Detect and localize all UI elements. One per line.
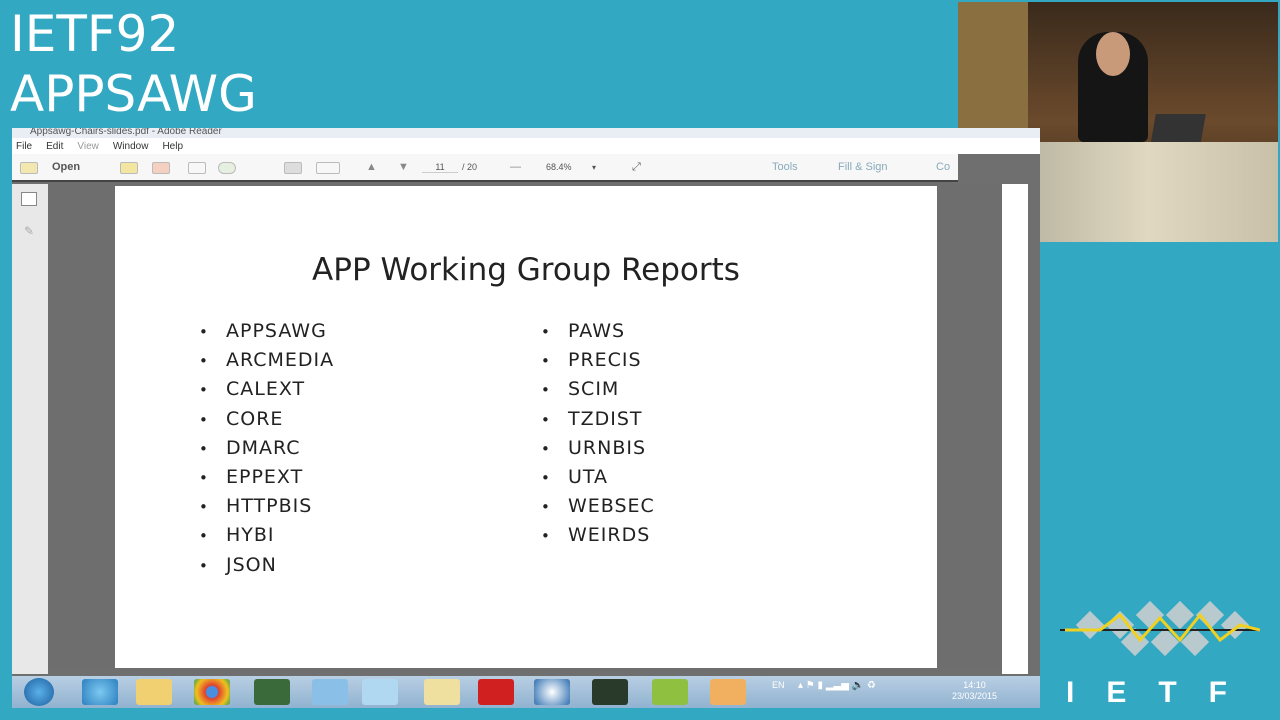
folder-icon[interactable] xyxy=(20,162,38,174)
right-list: PAWS PRECIS SCIM TZDIST URNBIS UTA WEBSE… xyxy=(541,320,655,554)
ietf-logo-text: IETF xyxy=(1066,676,1259,709)
time: 14:10 xyxy=(963,680,986,690)
left-list: APPSAWG ARCMEDIA CALEXT CORE DMARC EPPEX… xyxy=(199,320,334,583)
menu-help[interactable]: Help xyxy=(162,141,183,152)
menu-bar: File Edit View Window Help xyxy=(12,138,1040,154)
list-item: HTTPBIS xyxy=(199,495,334,524)
zoom-out-icon[interactable]: — xyxy=(510,161,521,173)
date: 23/03/2015 xyxy=(952,691,998,701)
open-button[interactable]: Open xyxy=(52,161,80,173)
taskbar: EN ▴ ⚑ ▮ ▂▃▅ 🔈 ♻ 14:10 23/03/2015 xyxy=(12,676,1040,708)
tools-button[interactable]: Tools xyxy=(772,161,798,173)
list-item: TZDIST xyxy=(541,408,655,437)
pages-icon[interactable] xyxy=(21,192,37,206)
page-number-input[interactable]: 11 xyxy=(422,162,458,173)
console-icon[interactable] xyxy=(592,679,628,705)
list-item: WEBSEC xyxy=(541,495,655,524)
attachment-icon[interactable]: ✎ xyxy=(24,224,34,238)
conference-title: IETF92 APPSAWG xyxy=(10,4,257,124)
list-item: WEIRDS xyxy=(541,524,655,553)
tray-icons[interactable]: ▴ ⚑ ▮ ▂▃▅ 🔈 ♻ xyxy=(798,680,876,691)
list-item: UTA xyxy=(541,466,655,495)
list-item: SCIM xyxy=(541,378,655,407)
event-name: IETF92 xyxy=(10,5,180,63)
ie-icon[interactable] xyxy=(82,679,118,705)
comment-button[interactable]: Co xyxy=(936,161,950,173)
book-icon[interactable] xyxy=(652,679,688,705)
list-item: ARCMEDIA xyxy=(199,349,334,378)
clock[interactable]: 14:10 23/03/2015 xyxy=(952,680,997,702)
chrome-icon[interactable] xyxy=(194,679,230,705)
acrobat-icon[interactable] xyxy=(478,679,514,705)
fill-sign-button[interactable]: Fill & Sign xyxy=(838,161,888,173)
menu-view[interactable]: View xyxy=(77,141,99,152)
list-item: CALEXT xyxy=(199,378,334,407)
list-item: PAWS xyxy=(541,320,655,349)
list-item: HYBI xyxy=(199,524,334,553)
fullscreen-icon[interactable]: ⤢ xyxy=(632,161,641,174)
vertical-scrollbar[interactable] xyxy=(1002,184,1028,674)
menu-file[interactable]: File xyxy=(16,141,32,152)
menu-window[interactable]: Window xyxy=(113,141,149,152)
print-icon[interactable] xyxy=(284,162,302,174)
slide-title: APP Working Group Reports xyxy=(312,252,740,288)
sign-icon[interactable] xyxy=(188,162,206,174)
document-view: APP Working Group Reports APPSAWG ARCMED… xyxy=(48,184,1002,668)
arrow-up-icon[interactable]: ▲ xyxy=(366,161,377,173)
list-item: EPPEXT xyxy=(199,466,334,495)
combine-icon[interactable] xyxy=(152,162,170,174)
list-item: PRECIS xyxy=(541,349,655,378)
presentation-screen: Appsawg-Chairs-slides.pdf - Adobe Reader… xyxy=(12,128,1040,708)
zoom-input[interactable]: 68.4% xyxy=(546,162,572,172)
window-titlebar: Appsawg-Chairs-slides.pdf - Adobe Reader xyxy=(12,128,1040,138)
app-icon[interactable] xyxy=(362,679,398,705)
pdf-page: APP Working Group Reports APPSAWG ARCMED… xyxy=(115,186,937,668)
explorer-icon[interactable] xyxy=(136,679,172,705)
navigation-pane: ✎ xyxy=(12,184,48,674)
session-name: APPSAWG xyxy=(10,65,257,123)
chevron-down-icon[interactable]: ▾ xyxy=(592,163,596,172)
email-icon[interactable] xyxy=(316,162,340,174)
files-icon[interactable] xyxy=(710,679,746,705)
cloud-upload-icon[interactable] xyxy=(218,162,236,174)
browser-icon[interactable] xyxy=(534,679,570,705)
mail-icon[interactable] xyxy=(424,679,460,705)
list-item: APPSAWG xyxy=(199,320,334,349)
menu-edit[interactable]: Edit xyxy=(46,141,63,152)
list-item: DMARC xyxy=(199,437,334,466)
network-icon[interactable] xyxy=(312,679,348,705)
list-item: JSON xyxy=(199,554,334,583)
language-indicator[interactable]: EN xyxy=(772,680,785,690)
create-icon[interactable] xyxy=(120,162,138,174)
toolbar: Open ▲ ▼ 11 / 20 — 68.4% ▾ ⤢ Tools Fill … xyxy=(12,154,958,182)
page-total: / 20 xyxy=(462,162,478,172)
list-item: CORE xyxy=(199,408,334,437)
list-item: URNBIS xyxy=(541,437,655,466)
start-button[interactable] xyxy=(24,678,54,706)
terminal-icon[interactable] xyxy=(254,679,290,705)
arrow-down-icon[interactable]: ▼ xyxy=(398,161,409,173)
